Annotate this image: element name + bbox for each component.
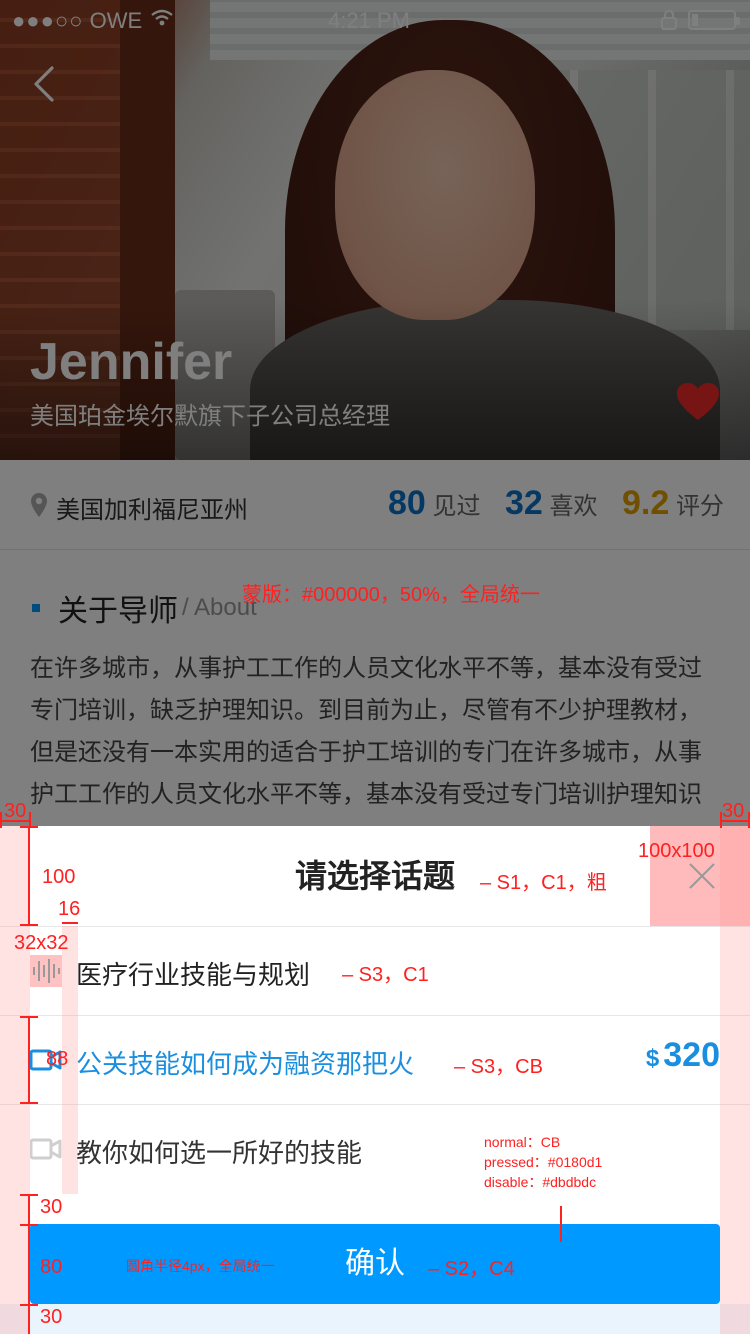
annotation-row2-spec: – S3，CB (454, 1056, 543, 1078)
annotation-button-height: 80 (40, 1256, 63, 1278)
annotation-close-size: 100x100 (638, 840, 715, 862)
annotation-icon-gap: 16 (58, 898, 81, 920)
title-height-tick (20, 924, 38, 926)
title-height-line (28, 826, 30, 926)
topic-label: 医疗行业技能与规划 (76, 960, 311, 990)
annotation-row-height: 88 (46, 1048, 69, 1070)
margin-left-tick (0, 812, 2, 828)
close-icon (689, 863, 715, 889)
right-margin-guide (720, 826, 750, 1334)
video-camera-icon (29, 1133, 62, 1165)
annotation-state-pressed: pressed：#0180d1 (484, 1154, 603, 1170)
icon-gap-line (62, 922, 78, 924)
annotation-title-height: 100 (42, 866, 76, 888)
title-height-tick (20, 826, 38, 828)
annotation-title-spec: – S1，C1，粗 (480, 872, 607, 894)
topic-row-disabled: 教你如何选一所好的技能 (0, 1104, 750, 1193)
button-spacing-tick (20, 1224, 38, 1226)
button-spacing-tick (20, 1304, 38, 1306)
topic-row-selected[interactable]: 公关技能如何成为融资那把火 $320 (0, 1015, 750, 1104)
left-margin-guide (0, 826, 30, 1334)
topic-label: 教你如何选一所好的技能 (76, 1138, 363, 1168)
state-pointer-line (560, 1206, 562, 1242)
bottom-margin-area (0, 1304, 750, 1334)
row-height-line (28, 1016, 30, 1104)
row-height-tick (20, 1016, 38, 1018)
topic-label: 公关技能如何成为融资那把火 (76, 1049, 415, 1079)
audio-wave-icon (30, 955, 62, 987)
row-height-tick (20, 1102, 38, 1104)
annotation-button-bottom-gap: 30 (40, 1306, 63, 1328)
topic-price: $320 (646, 1036, 720, 1075)
annotation-margin-left: 30 (4, 800, 27, 822)
annotation-confirm-spec: – S2，C4 (428, 1258, 515, 1280)
annotation-mask: 蒙版：#000000，50%，全局统一 (242, 584, 540, 606)
button-spacing-line (28, 1194, 30, 1334)
price-amount: 320 (663, 1036, 720, 1074)
annotation-icon-size: 32x32 (14, 932, 69, 954)
annotation-state-disable: disable：#dbdbdc (484, 1174, 597, 1190)
annotation-button-top-gap: 30 (40, 1196, 63, 1218)
button-spacing-tick (20, 1194, 38, 1196)
annotation-radius: 圆角半径4px，全局统一 (126, 1258, 275, 1274)
annotation-row1-spec: – S3，C1 (342, 964, 429, 986)
topic-dialog: 请选择话题 医疗行业技能与规划 公关技能如何成为融资那把火 $320 教你如何选… (0, 826, 750, 1334)
price-currency: $ (645, 1045, 660, 1072)
annotation-margin-right: 30 (722, 800, 745, 822)
annotation-state-normal: normal：CB (484, 1134, 561, 1150)
